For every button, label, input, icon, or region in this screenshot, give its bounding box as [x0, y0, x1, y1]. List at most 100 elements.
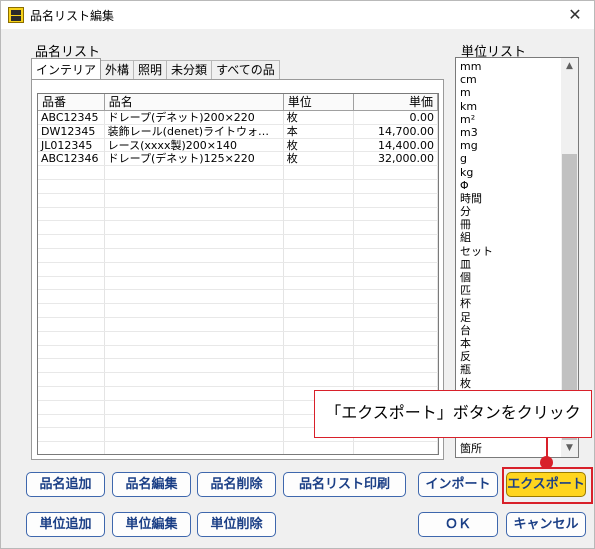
unit-list-item[interactable]: g [460, 152, 560, 165]
scroll-up-icon[interactable]: ▲ [561, 58, 578, 75]
table-cell [38, 290, 105, 304]
edit-item-button[interactable]: 品名編集 [112, 472, 191, 497]
table-cell [354, 235, 438, 249]
unit-list-item[interactable]: m3 [460, 126, 560, 139]
table-row[interactable]: ABC12345 ドレープ(デネット)200×220 枚 0.00 [38, 111, 438, 125]
table-cell [354, 193, 438, 207]
table-row[interactable] [38, 359, 438, 374]
tab-uncategorized[interactable]: 未分類 [166, 60, 213, 79]
table-cell [284, 373, 355, 387]
table-row[interactable] [38, 290, 438, 305]
table-cell: 枚 [284, 111, 355, 124]
delete-item-button[interactable]: 品名削除 [197, 472, 276, 497]
unit-list-item[interactable]: 皿 [460, 258, 560, 271]
table-row[interactable] [38, 193, 438, 208]
table-cell: 14,700.00 [354, 124, 438, 138]
unit-list-item[interactable]: kg [460, 166, 560, 179]
cancel-button[interactable]: キャンセル [506, 512, 586, 537]
table-cell [354, 317, 438, 331]
add-unit-button[interactable]: 単位追加 [26, 512, 105, 537]
unit-list-item[interactable]: 個 [460, 271, 560, 284]
table-row[interactable] [38, 442, 438, 454]
table-cell [284, 235, 355, 249]
unit-list-item[interactable]: Φ [460, 179, 560, 192]
table-cell [284, 345, 355, 359]
column-header-name[interactable]: 品名 [105, 94, 284, 111]
column-header-code[interactable]: 品番 [38, 94, 105, 111]
unit-list-item[interactable]: mg [460, 139, 560, 152]
table-cell [284, 290, 355, 304]
table-row[interactable] [38, 248, 438, 263]
table-cell: JL012345 [38, 138, 105, 152]
unit-list-item[interactable]: 反 [460, 350, 560, 363]
unit-list-item[interactable]: 台 [460, 324, 560, 337]
unit-list-item[interactable]: 本 [460, 337, 560, 350]
table-cell [105, 276, 284, 290]
column-header-price[interactable]: 単価 [354, 94, 438, 111]
unit-list-item[interactable]: 枚 [460, 377, 560, 390]
table-cell [105, 207, 284, 221]
unit-list-item[interactable]: m² [460, 113, 560, 126]
table-row[interactable] [38, 345, 438, 360]
unit-list-item[interactable]: cm [460, 73, 560, 86]
table-cell [105, 400, 284, 414]
table-cell: 枚 [284, 138, 355, 152]
unit-list-item[interactable]: セット [460, 245, 560, 258]
table-cell [105, 166, 284, 180]
unit-list-item[interactable]: 分 [460, 205, 560, 218]
unit-list-item[interactable]: 箇所 [460, 442, 560, 455]
table-cell [105, 386, 284, 400]
export-button[interactable]: エクスポート [506, 472, 586, 497]
table-cell [284, 359, 355, 373]
table-row[interactable] [38, 207, 438, 222]
unit-list-item[interactable]: 冊 [460, 218, 560, 231]
table-row[interactable] [38, 262, 438, 277]
instruction-callout: 「エクスポート」ボタンをクリック [314, 390, 592, 438]
table-row[interactable]: DW12345 装飾レール(denet)ライトウォ… 本 14,700.00 [38, 124, 438, 139]
unit-list-item[interactable]: 組 [460, 231, 560, 244]
table-row[interactable] [38, 276, 438, 291]
print-item-list-button[interactable]: 品名リスト印刷 [283, 472, 406, 497]
table-row[interactable] [38, 235, 438, 249]
tab-lighting[interactable]: 照明 [133, 60, 168, 79]
import-button[interactable]: インポート [418, 472, 498, 497]
table-cell [354, 373, 438, 387]
table-cell [38, 304, 105, 318]
tab-all-items[interactable]: すべての品 [211, 60, 280, 79]
table-cell [38, 428, 105, 442]
table-row[interactable] [38, 166, 438, 180]
unit-list-item[interactable]: mm [460, 60, 560, 73]
table-cell: ABC12345 [38, 111, 105, 124]
ok-button[interactable]: ＯＫ [418, 512, 498, 537]
table-row[interactable]: ABC12346 ドレープ(デネット)125×220 枚 32,000.00 [38, 152, 438, 167]
edit-unit-button[interactable]: 単位編集 [112, 512, 191, 537]
unit-list-item[interactable]: 瓶 [460, 363, 560, 376]
scroll-down-icon[interactable]: ▼ [561, 440, 578, 457]
table-cell [354, 207, 438, 221]
table-cell [105, 345, 284, 359]
add-item-button[interactable]: 品名追加 [26, 472, 105, 497]
table-cell [354, 290, 438, 304]
tab-exterior[interactable]: 外構 [100, 60, 135, 79]
unit-list-item[interactable]: m [460, 86, 560, 99]
unit-list-item[interactable]: 杯 [460, 297, 560, 310]
delete-unit-button[interactable]: 単位削除 [197, 512, 276, 537]
unit-list-item[interactable]: 時間 [460, 192, 560, 205]
tab-interior[interactable]: インテリア [31, 58, 102, 79]
unit-list-item[interactable]: 匹 [460, 284, 560, 297]
close-icon[interactable]: ✕ [564, 4, 586, 26]
table-row[interactable]: JL012345 レース(xxxx製)200×140 枚 14,400.00 [38, 138, 438, 153]
table-row[interactable] [38, 221, 438, 236]
column-header-unit[interactable]: 単位 [284, 94, 355, 111]
table-cell [284, 179, 355, 193]
table-cell: 14,400.00 [354, 138, 438, 152]
unit-list-item[interactable]: km [460, 100, 560, 113]
unit-list-item[interactable]: 足 [460, 311, 560, 324]
table-row[interactable] [38, 373, 438, 387]
table-cell [38, 207, 105, 221]
table-row[interactable] [38, 179, 438, 194]
table-row[interactable] [38, 331, 438, 346]
table-cell [105, 331, 284, 345]
table-row[interactable] [38, 304, 438, 318]
table-row[interactable] [38, 317, 438, 332]
